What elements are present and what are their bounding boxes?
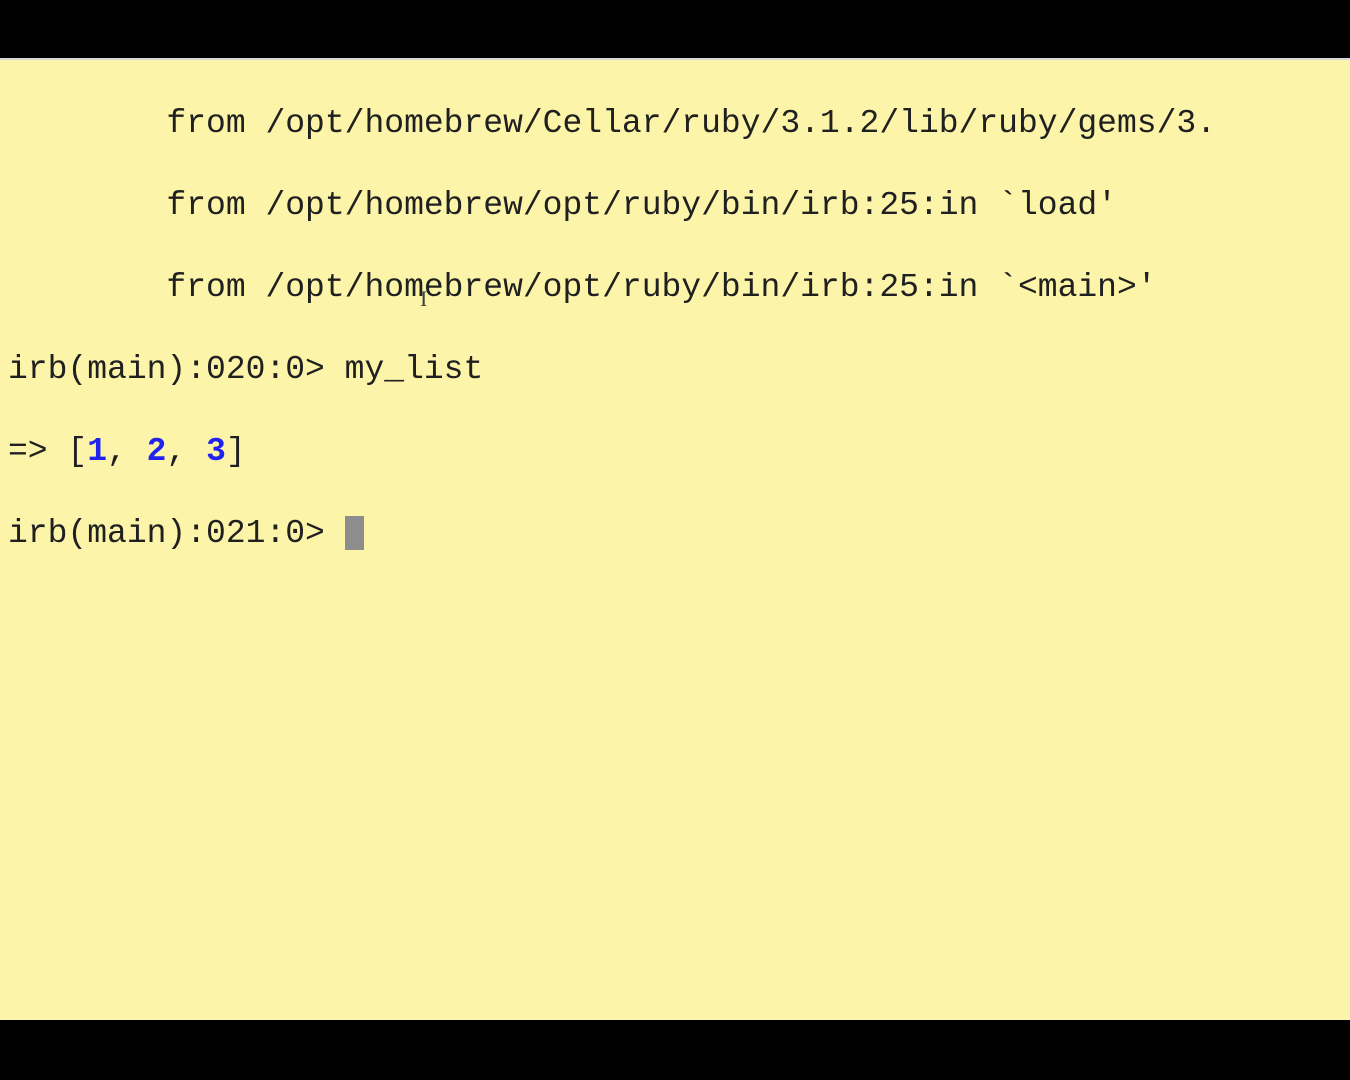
traceback-line-2: from /opt/homebrew/opt/ruby/bin/irb:25:i… [8, 185, 1350, 226]
irb-input-expression: my_list [345, 351, 484, 388]
window-titlebar [0, 0, 1350, 58]
traceback-line-3: from /opt/homebrew/opt/ruby/bin/irb:25:i… [8, 267, 1350, 308]
traceback-line-1: from /opt/homebrew/Cellar/ruby/3.1.2/lib… [8, 103, 1350, 144]
irb-prompt-line-021[interactable]: irb(main):021:0> [8, 513, 1350, 554]
array-element-3: 3 [206, 433, 226, 470]
mouse-ibeam-cursor-icon: I [420, 278, 427, 319]
array-separator: , [107, 433, 147, 470]
array-element-2: 2 [147, 433, 167, 470]
irb-result-line: => [1, 2, 3] [8, 431, 1350, 472]
array-element-1: 1 [87, 433, 107, 470]
result-suffix: ] [226, 433, 246, 470]
terminal-cursor [345, 516, 364, 550]
terminal-viewport[interactable]: from /opt/homebrew/Cellar/ruby/3.1.2/lib… [0, 58, 1350, 1020]
irb-prompt-prefix: irb(main):020:0> [8, 351, 345, 388]
irb-prompt-prefix: irb(main):021:0> [8, 515, 345, 552]
window-bottom-bar [0, 1020, 1350, 1078]
result-prefix: => [ [8, 433, 87, 470]
irb-prompt-line-020: irb(main):020:0> my_list [8, 349, 1350, 390]
array-separator: , [166, 433, 206, 470]
